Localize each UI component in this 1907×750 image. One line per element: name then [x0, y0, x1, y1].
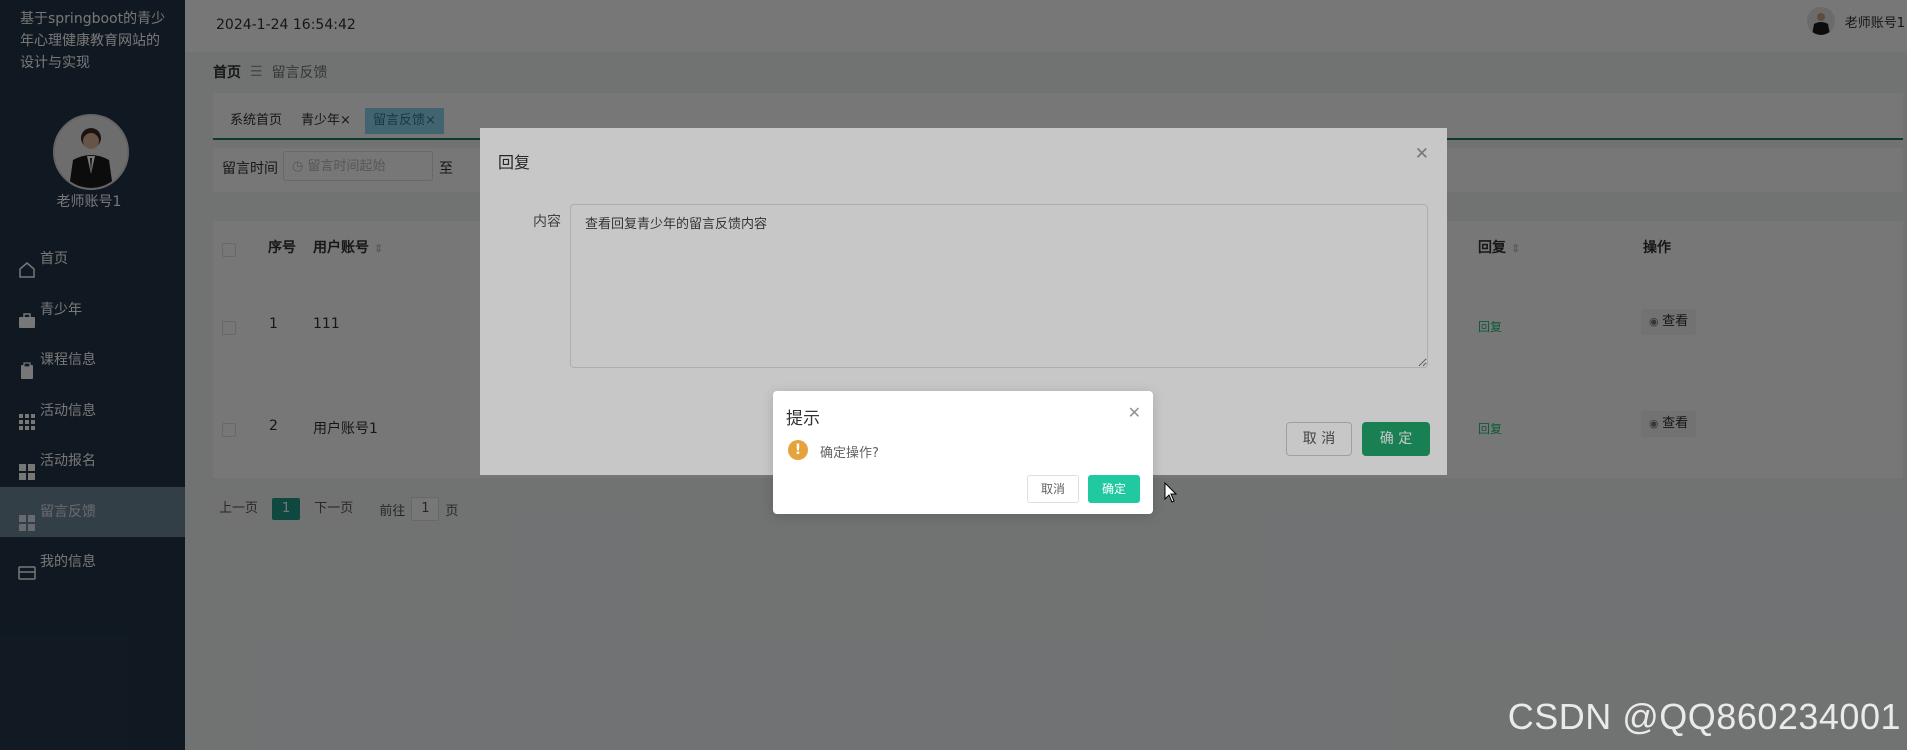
message-box-text: 确定操作?: [820, 446, 879, 461]
mouse-cursor-icon: [1164, 481, 1178, 508]
message-box-overlay[interactable]: [0, 0, 1907, 750]
message-box-title: 提示: [786, 409, 820, 429]
confirm-message-box: 提示 ✕ ! 确定操作? 取消 确定: [773, 391, 1153, 514]
message-box-confirm-button[interactable]: 确定: [1088, 475, 1140, 503]
watermark: CSDN @QQ860234001: [1507, 696, 1901, 737]
close-icon[interactable]: ✕: [1128, 403, 1141, 422]
message-box-cancel-button[interactable]: 取消: [1027, 475, 1079, 503]
warning-icon: !: [788, 440, 808, 460]
